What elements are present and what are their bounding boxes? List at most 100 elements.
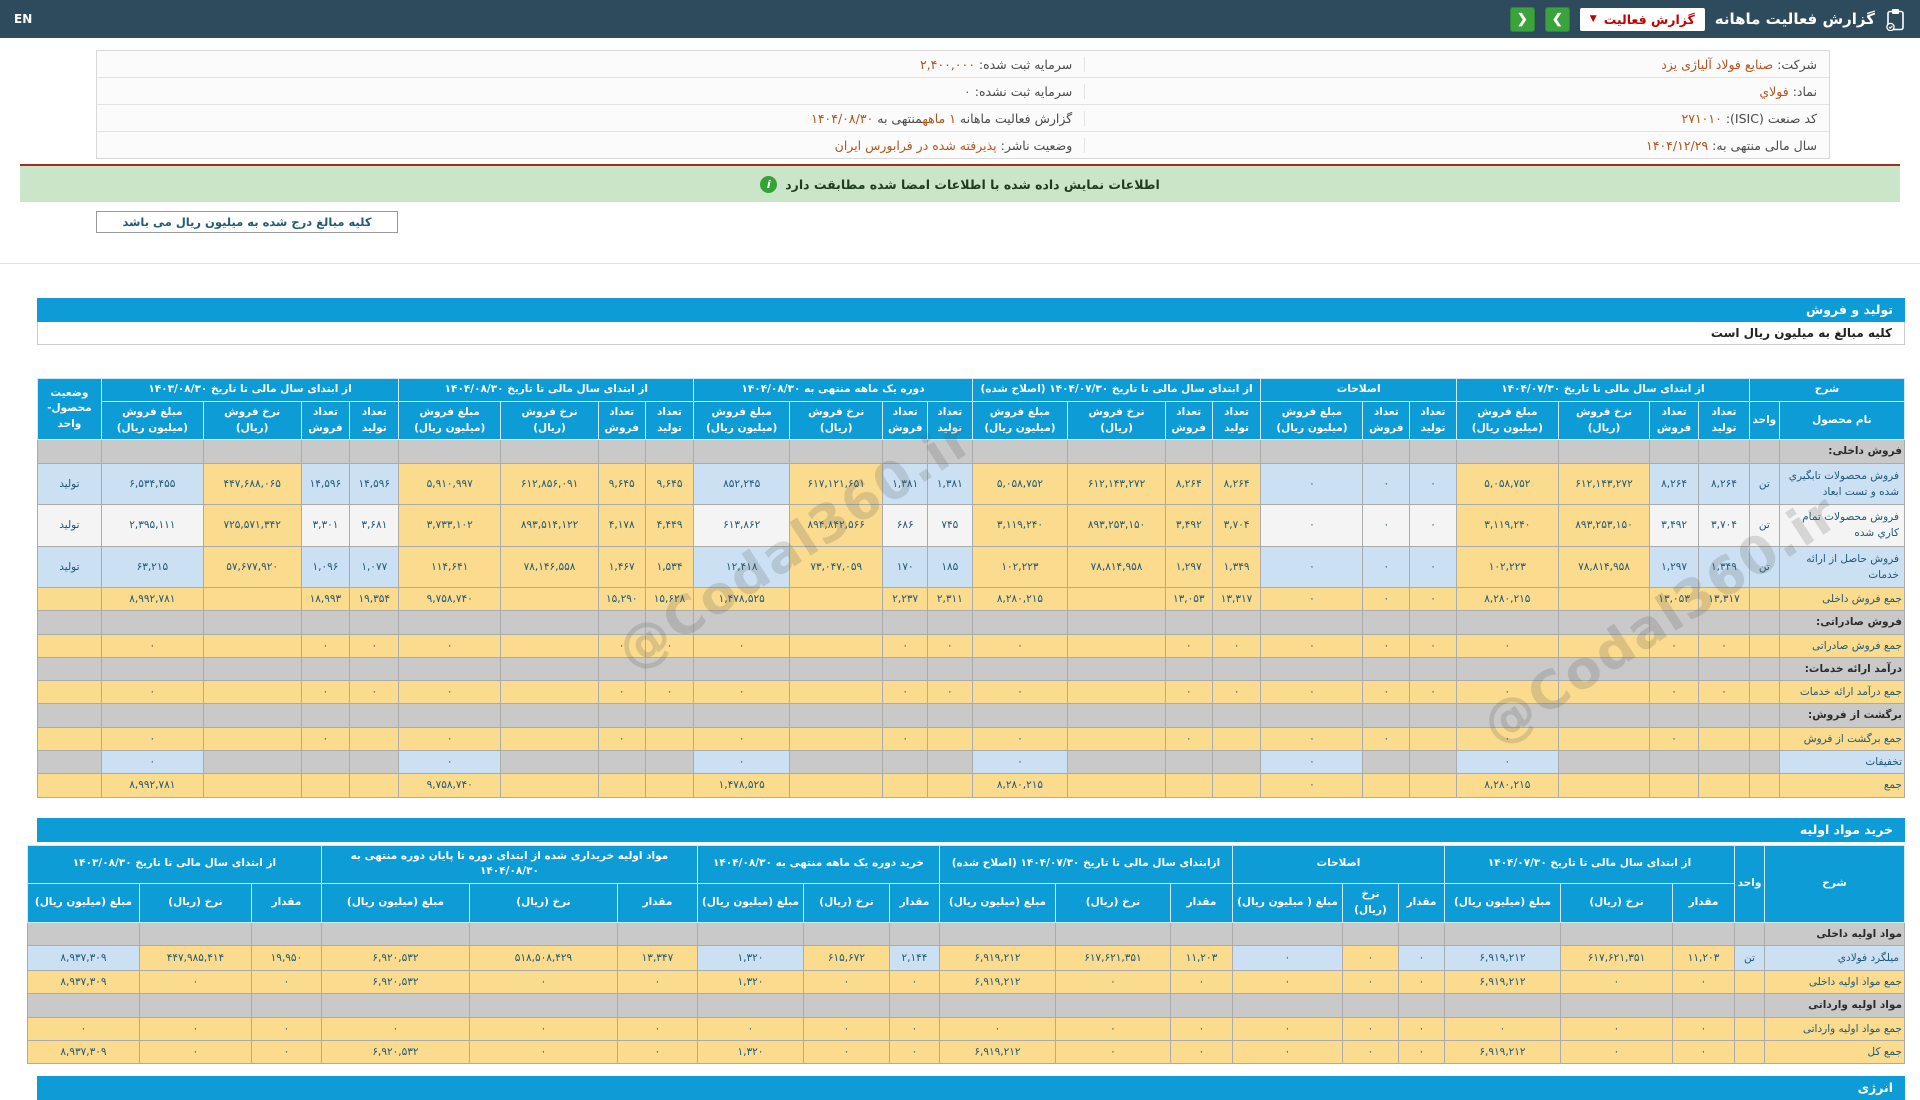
table-cell	[1211, 439, 1262, 464]
raw-materials-table: شرح واحد از ابتدای سال مالی تا تاریخ ۱۴۰۴/…	[26, 844, 1905, 1065]
table-cell	[100, 656, 204, 682]
table-cell: ۷۲۵,۵۷۱,۳۴۲	[202, 504, 302, 547]
row-label: مواد اولیه وارداتی	[1764, 993, 1905, 1018]
table-row-total: جمع فروش صادراتی ۰ ۰ ۰ ۰ ۰ ۰ ۰ ۰ ۰ ۰ ۰ ۰ ۰ ۰ ۰ ۰ ۰ ۰	[37, 633, 1906, 658]
table-cell	[927, 703, 973, 728]
table-cell: ۰	[1260, 726, 1364, 751]
chevron-left-icon: ❮	[1516, 11, 1528, 26]
table-cell	[644, 726, 695, 751]
column-group-header: از ابتدای سال مالی تا تاریخ ۱۴۰۴/۰۸/۳۰	[398, 378, 695, 402]
table-row-section: مواد اولیه وارداتی	[26, 993, 1905, 1018]
table-cell: ۰	[1698, 633, 1750, 658]
table-cell	[250, 921, 322, 946]
info-row: شرکت:صنایع فولاد آلیاژی یزد سرمایه ثبت ش…	[97, 51, 1829, 78]
table-cell	[26, 993, 140, 1018]
table-cell	[644, 773, 695, 798]
column-header: نرخ (ریال)	[138, 883, 252, 923]
table-cell: ۰	[1169, 970, 1233, 995]
column-header: تعداد فروش	[1362, 400, 1411, 441]
table-cell	[1698, 439, 1750, 464]
table-cell: ۰	[1362, 462, 1411, 506]
table-cell	[1211, 610, 1262, 635]
table-cell	[349, 749, 400, 775]
table-cell: ۰	[1409, 680, 1457, 705]
report-type-dropdown[interactable]: گزارش فعالیت ▼	[1579, 7, 1705, 31]
table-cell: ۶۱۵,۶۷۲	[802, 944, 890, 972]
table-cell: ۶,۹۱۹,۲۱۲	[1444, 970, 1561, 995]
table-cell	[300, 656, 351, 682]
table-cell	[1169, 921, 1233, 946]
table-cell	[1342, 993, 1399, 1018]
table-cell: ۹,۶۴۵	[597, 462, 646, 506]
table-cell	[1067, 656, 1166, 682]
table-cell: ۱,۲۹۷	[1164, 545, 1213, 589]
table-row-section: برگشت از فروش:	[37, 703, 1906, 728]
table-cell: ۰	[1164, 633, 1213, 658]
table-row-total: جمع برگشت از فروش ۰ ۰ ۰ ۰ ۰ ۰ ۰ ۰ ۰ ۰ ۰ ۰	[37, 726, 1906, 751]
table-cell: ۰	[971, 749, 1069, 775]
table-cell: ۱۴,۵۹۶	[349, 462, 400, 506]
table-cell	[1748, 633, 1780, 658]
table-cell: ۴,۱۷۸	[597, 504, 646, 547]
table-cell	[202, 610, 302, 635]
table-cell	[1698, 749, 1750, 775]
table-cell: ۰	[1398, 1016, 1445, 1041]
table-cell	[37, 680, 102, 705]
column-header: نرخ (ریال)	[468, 883, 618, 923]
table-cell: ۰	[1362, 680, 1411, 705]
table-cell	[1557, 610, 1651, 635]
table-cell	[202, 749, 302, 775]
table-cell	[1734, 970, 1765, 995]
table-cell: ۰	[250, 1039, 322, 1065]
table-cell: ۰	[802, 970, 890, 995]
table-cell	[37, 587, 102, 612]
table-cell	[696, 921, 804, 946]
table-cell: ۰	[1164, 680, 1213, 705]
table-cell	[1409, 726, 1457, 751]
table-cell	[500, 587, 599, 612]
table-cell	[320, 993, 470, 1018]
previous-report-button[interactable]: ❮	[1509, 6, 1535, 32]
table-cell	[500, 680, 599, 705]
table-cell: ۰	[468, 1039, 618, 1065]
table-cell: ۰	[1260, 462, 1364, 506]
table-cell	[1557, 656, 1651, 682]
million-rial-note: کلیه مبالغ درج شده به میلیون ریال می باش…	[96, 211, 398, 233]
table-cell	[1054, 993, 1171, 1018]
table-cell: ۰	[468, 970, 618, 995]
table-cell	[597, 439, 646, 464]
table-cell	[802, 921, 890, 946]
table-cell	[1560, 921, 1673, 946]
table-cell: ۲,۳۱۱	[927, 587, 973, 612]
table-cell: ۰	[1649, 633, 1700, 658]
column-header: مقدار	[1672, 883, 1735, 923]
table-cell: ۸,۹۳۷,۳۰۹	[26, 970, 140, 995]
table-cell: ۰	[693, 680, 790, 705]
table-cell	[500, 656, 599, 682]
table-cell: ۲,۱۴۴	[888, 944, 940, 972]
table-cell	[1211, 749, 1262, 775]
table-cell: ۰	[138, 1039, 252, 1065]
publisher-status-value: پذیرفته شده در فرابورس ایران	[834, 137, 997, 153]
next-report-button[interactable]: ❯	[1544, 6, 1570, 32]
fiscal-label: سال مالی منتهی به:	[1712, 137, 1817, 153]
row-label: فروش محصولات تابگيري شده و تست ابعاد	[1778, 462, 1906, 506]
table-cell: ۰	[1362, 726, 1411, 751]
table-cell	[1734, 921, 1765, 946]
table-cell	[100, 703, 204, 728]
table-cell: ۰	[644, 680, 695, 705]
table-cell: ۰	[938, 1016, 1056, 1041]
table-cell	[1455, 439, 1559, 464]
table-cell: ۰	[100, 726, 204, 751]
table-cell: ۸۹۴,۸۴۲,۵۶۶	[788, 504, 884, 547]
table-cell	[882, 749, 929, 775]
language-toggle[interactable]: EN	[14, 12, 32, 26]
table-cell	[500, 610, 599, 635]
table-cell: ۶,۹۱۹,۲۱۲	[938, 970, 1056, 995]
table-cell: ۸,۲۸۰,۲۱۵	[1455, 587, 1559, 612]
column-header: مبلغ فروش (میلیون ریال)	[693, 400, 790, 441]
table-cell: ۳,۷۰۴	[1698, 504, 1750, 547]
table-cell	[349, 439, 400, 464]
table-cell: تن	[1748, 462, 1780, 506]
column-group-header: اصلاحات	[1260, 378, 1457, 402]
